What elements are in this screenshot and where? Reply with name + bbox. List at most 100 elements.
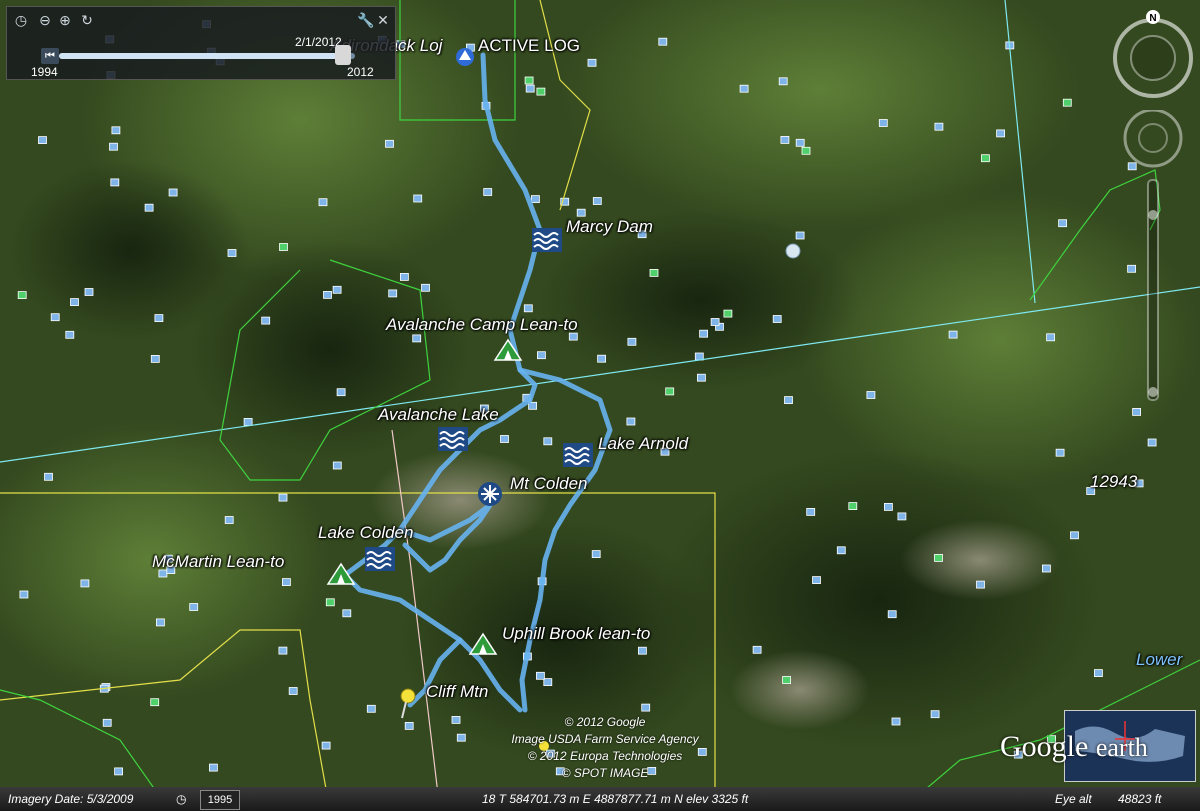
photo-placemark-icon[interactable] [525,84,535,93]
clock-icon[interactable]: ◷ [176,792,186,806]
photo-placemark-icon[interactable] [109,142,118,151]
photo-placemark-icon[interactable] [934,554,943,562]
photo-placemark-icon[interactable] [930,710,940,719]
label-avalanche-camp[interactable]: Avalanche Camp Lean-to [386,315,578,335]
photo-placemark-icon[interactable] [934,122,944,131]
photo-placemark-icon[interactable] [996,129,1005,138]
photo-placemark-icon[interactable] [38,136,47,145]
label-uphill-brook[interactable]: Uphill Brook lean-to [502,624,650,644]
photo-placemark-icon[interactable] [1147,438,1157,447]
photo-placemark-icon[interactable] [150,354,160,363]
north-label[interactable]: N [1149,13,1156,24]
photo-placemark-icon[interactable] [243,417,253,426]
refresh-icon[interactable]: ↻ [79,12,95,28]
photo-placemark-icon[interactable] [884,502,893,511]
photo-placemark-icon[interactable] [278,646,288,655]
step-back-button[interactable]: ⏮ [41,48,59,64]
historical-year-button[interactable]: 1995 [200,790,240,810]
photo-placemark-icon[interactable] [456,733,466,742]
photo-placemark-icon[interactable] [948,330,958,339]
photo-placemark-icon[interactable] [1058,219,1067,228]
photo-placemark-icon[interactable] [528,401,537,410]
photo-placemark-icon[interactable] [65,330,75,339]
photo-placemark-icon[interactable] [500,435,509,443]
photo-placemark-icon[interactable] [323,290,332,299]
photo-placemark-icon[interactable] [638,646,647,655]
photo-placemark-icon[interactable] [866,391,876,399]
photo-placemark-icon[interactable] [44,472,53,481]
photo-placemark-icon[interactable] [780,135,790,144]
photo-placemark-icon[interactable] [404,722,414,730]
photo-placemark-icon[interactable] [144,203,154,212]
photo-placemark-icon[interactable] [154,314,164,323]
photo-placemark-icon[interactable] [536,87,546,96]
photo-placemark-icon[interactable] [332,285,342,294]
photo-placemark-icon[interactable] [413,194,423,203]
photo-placemark-icon[interactable] [168,188,178,197]
photo-placemark-icon[interactable] [278,493,288,502]
photo-placemark-icon[interactable] [981,154,990,163]
photo-placemark-icon[interactable] [19,590,29,599]
photo-placemark-icon[interactable] [288,687,298,695]
photo-placemark-icon[interactable] [626,417,636,426]
photo-placemark-icon[interactable] [710,318,720,326]
photo-placemark-icon[interactable] [795,138,805,147]
photo-placemark-icon[interactable] [531,195,540,204]
photo-placemark-icon[interactable] [483,188,493,196]
photo-placemark-icon[interactable] [261,316,271,325]
photo-placemark-icon[interactable] [366,704,376,713]
label-mt-colden[interactable]: Mt Colden [510,474,587,494]
photo-placemark-icon[interactable] [385,139,394,148]
zoom-controls[interactable] [1120,110,1190,410]
lodge-icon[interactable] [456,48,474,66]
photo-placemark-icon[interactable] [150,698,160,707]
photo-placemark-icon[interactable] [752,645,762,654]
label-mcmartin[interactable]: McMartin Lean-to [152,552,284,572]
zoom-out-icon[interactable]: ⊖ [37,12,53,28]
photo-placemark-icon[interactable] [782,676,791,684]
close-icon[interactable]: ✕ [375,12,391,28]
photo-placemark-icon[interactable] [421,283,430,292]
photo-placemark-icon[interactable] [806,507,816,516]
photo-placemark-icon[interactable] [279,243,288,251]
photo-placemark-icon[interactable] [897,512,907,521]
photo-placemark-icon[interactable] [784,396,793,405]
photo-placemark-icon[interactable] [1055,448,1065,457]
photo-placemark-icon[interactable] [694,352,704,361]
zoom-in-icon[interactable]: ⊕ [57,12,73,28]
photo-placemark-icon[interactable] [1042,564,1051,573]
photo-placemark-icon[interactable] [84,288,94,296]
photo-placemark-icon[interactable] [536,671,545,680]
label-marcy-dam[interactable]: Marcy Dam [566,217,653,237]
label-lake-arnold[interactable]: Lake Arnold [598,434,688,454]
photo-placemark-icon[interactable] [388,289,398,298]
slider-handle[interactable] [335,45,352,65]
photo-placemark-icon[interactable] [208,763,218,772]
label-avalanche-lake[interactable]: Avalanche Lake [378,405,499,425]
photo-placemark-icon[interactable] [227,249,237,257]
photo-placemark-icon[interactable] [878,119,888,127]
photo-placemark-icon[interactable] [70,298,79,307]
photo-placemark-icon[interactable] [836,546,846,555]
photo-placemark-icon[interactable] [649,268,659,277]
photo-placemark-icon[interactable] [412,334,422,343]
photo-placemark-icon[interactable] [697,373,706,382]
photo-placemark-icon[interactable] [587,58,597,67]
photo-placemark-icon[interactable] [114,767,123,776]
photo-placemark-icon[interactable] [627,337,637,346]
photo-placemark-icon[interactable] [891,717,901,726]
photo-placemark-icon[interactable] [50,313,60,322]
photo-placemark-icon[interactable] [537,351,546,360]
photo-placemark-icon[interactable] [812,576,821,584]
photo-placemark-icon[interactable] [591,550,601,558]
photo-placemark-icon[interactable] [1062,98,1072,107]
photo-placemark-icon[interactable] [1046,333,1055,342]
clock-icon[interactable]: ◷ [13,12,29,28]
water-waves-icon[interactable] [365,547,395,571]
photo-placemark-icon[interactable] [523,304,533,313]
photo-placemark-icon[interactable] [155,618,165,627]
photo-placemark-icon[interactable] [576,208,586,217]
photo-placemark-icon[interactable] [592,197,602,205]
water-waves-icon[interactable] [532,228,562,252]
photo-placemark-icon[interactable] [451,716,461,724]
